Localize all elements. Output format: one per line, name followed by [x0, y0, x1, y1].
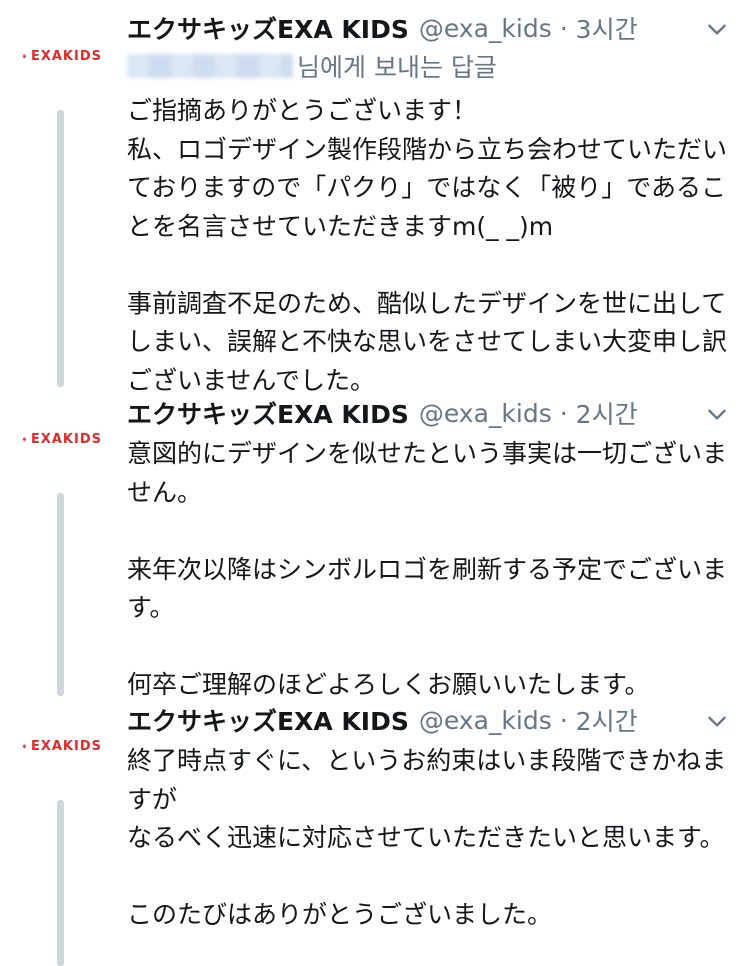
tweet-header: エクサキッズEXA KIDS @exa_kids · 2시간	[127, 393, 730, 433]
tweet-header: エクサキッズEXA KIDS @exa_kids · 3시간	[127, 8, 730, 48]
avatar[interactable]: EXAKIDS	[22, 44, 102, 68]
exa-kids-logo-icon	[22, 744, 26, 748]
tweet-header: エクサキッズEXA KIDS @exa_kids · 2시간	[127, 700, 730, 740]
tweet-text: 意図的にデザインを似せたという事実は一切ございません。 来年次以降はシンボルロゴ…	[127, 439, 728, 699]
separator-dot: ·	[559, 705, 568, 735]
avatar[interactable]: EXAKIDS	[22, 427, 102, 451]
tweet-text: ご指摘ありがとうございます！ 私、ロゴデザイン製作段階から立ち会わせていただいて…	[127, 96, 728, 395]
tweet-timestamp[interactable]: 3시간	[576, 10, 638, 46]
reply-to-line: 님에게 보내는 답글	[127, 50, 730, 82]
chevron-down-icon[interactable]	[704, 16, 730, 42]
author-name[interactable]: エクサキッズEXA KIDS	[127, 10, 409, 46]
chevron-down-icon[interactable]	[704, 401, 730, 427]
tweet-1[interactable]: EXAKIDS エクサキッズEXA KIDS @exa_kids · 3시간 님…	[0, 8, 750, 395]
tweet-content: エクサキッズEXA KIDS @exa_kids · 2시간 意図的にデザインを…	[127, 393, 730, 705]
thread-line	[57, 800, 64, 966]
tweet-timestamp[interactable]: 2시간	[576, 702, 638, 738]
thread-line	[57, 493, 64, 696]
thread-line	[57, 110, 64, 387]
avatar-wordmark: EXAKIDS	[30, 738, 102, 754]
tweet-content: エクサキッズEXA KIDS @exa_kids · 2시간 終了時点すぐに、と…	[127, 700, 730, 935]
redacted-username	[127, 54, 293, 78]
tweet-content: エクサキッズEXA KIDS @exa_kids · 3시간 님에게 보내는 답…	[127, 8, 730, 400]
separator-dot: ·	[559, 13, 568, 43]
avatar-wordmark: EXAKIDS	[30, 431, 102, 447]
separator-dot: ·	[559, 398, 568, 428]
exa-kids-logo-icon	[22, 437, 26, 441]
chevron-down-icon[interactable]	[704, 708, 730, 734]
tweet-timestamp[interactable]: 2시간	[576, 395, 638, 431]
author-handle[interactable]: @exa_kids	[419, 399, 552, 428]
tweet-2[interactable]: EXAKIDS エクサキッズEXA KIDS @exa_kids · 2시간 意…	[0, 393, 750, 700]
avatar-wordmark: EXAKIDS	[30, 48, 102, 64]
author-name[interactable]: エクサキッズEXA KIDS	[127, 702, 409, 738]
avatar[interactable]: EXAKIDS	[22, 734, 102, 758]
tweet-3[interactable]: EXAKIDS エクサキッズEXA KIDS @exa_kids · 2시간 終…	[0, 700, 750, 966]
reply-to-label: 님에게 보내는 답글	[297, 53, 497, 82]
author-name[interactable]: エクサキッズEXA KIDS	[127, 395, 409, 431]
tweet-text: 終了時点すぐに、というお約束はいま段階できかねますが なるべく迅速に対応させてい…	[127, 746, 727, 929]
author-handle[interactable]: @exa_kids	[419, 706, 552, 735]
exa-kids-logo-icon	[22, 54, 26, 58]
author-handle[interactable]: @exa_kids	[419, 14, 552, 43]
